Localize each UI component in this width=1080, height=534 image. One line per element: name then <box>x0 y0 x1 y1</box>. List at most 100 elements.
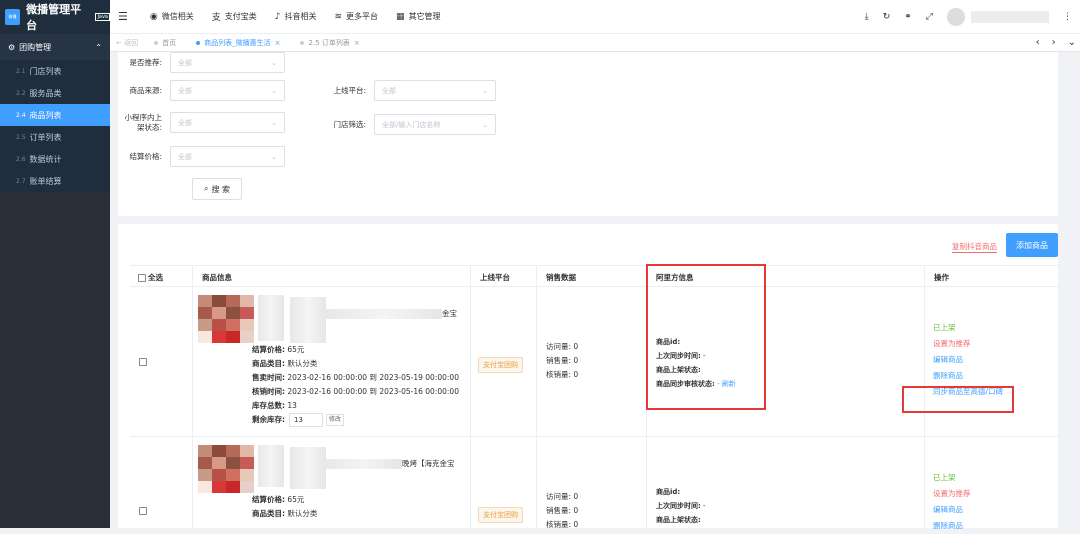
kv-key: 结算价格: <box>252 495 285 504</box>
delete-product-link[interactable]: 删除商品 <box>933 368 1003 384</box>
scroll-right-icon[interactable]: › <box>1052 37 1056 48</box>
topnav-label: 支付宝类 <box>224 12 257 21</box>
select-all-checkbox[interactable] <box>138 273 146 282</box>
source-select[interactable]: 全部 ⌄ <box>170 80 285 101</box>
refresh-icon[interactable]: ↻ <box>883 12 891 22</box>
filter-platform: 上线平台: 全部 ⌄ <box>322 80 496 101</box>
select-value: 全部 <box>178 152 192 161</box>
tab-dot <box>300 40 305 45</box>
col-divider <box>536 287 537 436</box>
sidebar-group-tuangou[interactable]: ⚙ 团购管理 ⌃ <box>0 34 110 60</box>
chevron-up-icon: ⌃ <box>95 42 102 52</box>
add-product-button[interactable]: 添加商品 <box>1006 233 1058 257</box>
edit-product-link[interactable]: 编辑商品 <box>933 352 1003 368</box>
blurred-title <box>258 445 284 487</box>
link-icon[interactable]: ⚭ <box>904 12 912 22</box>
sidebar-item-orders[interactable]: 2.5 订单列表 <box>0 126 110 148</box>
modify-stock-button[interactable]: 修改 <box>326 414 344 426</box>
header-ops: 操作 <box>934 273 949 282</box>
kv-key: 售卖时间: <box>252 373 285 382</box>
filter-label-line: 小程序内上 <box>124 112 163 122</box>
sidebar-item-num: 2.7 <box>16 177 26 185</box>
avatar[interactable] <box>947 8 965 26</box>
col-divider <box>924 437 925 528</box>
tab-order-list[interactable]: 2.5 订单列表 × <box>290 34 369 52</box>
scroll-left-icon[interactable]: ‹ <box>1036 37 1040 48</box>
col-divider <box>924 287 925 436</box>
edit-product-link[interactable]: 编辑商品 <box>933 502 971 518</box>
kv-value: 2023-02-16 00:00:00 到 2023-05-19 00:00:0… <box>287 373 459 382</box>
chevron-down-icon: ⌄ <box>271 152 277 161</box>
close-icon[interactable]: × <box>354 39 360 47</box>
table-header: 全选 商品信息 上线平台 销售数据 阿里方信息 操作 <box>130 265 1058 287</box>
tab-dot <box>196 40 201 45</box>
kv-key: 核销量: <box>546 370 572 379</box>
store-select[interactable]: 全部/输入门店名称 ⌄ <box>374 114 496 135</box>
sidebar-item-stats[interactable]: 2.6 数据统计 <box>0 148 110 170</box>
select-value: 全部 <box>178 118 192 127</box>
fullscreen-icon[interactable]: ⤢ <box>926 12 933 22</box>
chevron-down-icon: ⌄ <box>482 86 488 95</box>
chevron-down-icon: ⌄ <box>271 86 277 95</box>
filter-price: 结算价格: 全部 ⌄ <box>118 146 285 167</box>
delete-product-link[interactable]: 删除商品 <box>933 518 971 534</box>
platform-select[interactable]: 全部 ⌄ <box>374 80 496 101</box>
product-thumbnail[interactable] <box>198 295 254 343</box>
app-logo[interactable]: 微播 微播管理平台 Java <box>0 0 110 34</box>
row-checkbox[interactable] <box>139 507 147 515</box>
search-icon: ⌕ <box>203 184 209 193</box>
back-button[interactable]: ← 返回 <box>110 38 144 48</box>
kv-value: 65元 <box>287 495 305 504</box>
filter-label: 结算价格: <box>129 151 162 161</box>
row-actions: 已上架 设置为推荐 编辑商品 删除商品 <box>933 470 971 534</box>
copy-douyin-link[interactable]: 复制抖音商品 <box>952 241 997 253</box>
sales-data: 访问量: 0 销售量: 0 核销量: 0 <box>546 490 578 532</box>
product-thumbnail[interactable] <box>198 445 254 493</box>
product-kv: 结算价格: 65元 商品类目: 默认分类 <box>252 493 317 521</box>
tab-dot <box>154 40 159 45</box>
kv-key: 结算价格: <box>252 345 285 354</box>
set-recommend-link[interactable]: 设置为推荐 <box>933 486 971 502</box>
chevron-down-icon: ⌄ <box>271 118 277 127</box>
hamburger-icon[interactable]: ☰ <box>118 10 128 23</box>
chevron-down-icon[interactable]: ⌄ <box>1068 37 1076 48</box>
col-divider <box>924 266 925 286</box>
sidebar-item-categories[interactable]: 2.2 服务品类 <box>0 82 110 104</box>
select-all[interactable]: 全选 <box>138 272 163 283</box>
download-icon[interactable]: ⤓ <box>865 12 869 22</box>
tags-view: ← 返回 首页 商品列表_微播惠生活 × 2.5 订单列表 × ‹ › ⌄ <box>110 34 1080 52</box>
kv-value: 0 <box>573 492 579 501</box>
app-title: 微播管理平台 <box>26 3 82 32</box>
filter-panel: 是否推荐: 全部 ⌄ 商品来源: 全部 ⌄ 上线平台: 全部 ⌄ 小程序内上 架状态: … <box>118 52 1058 216</box>
kv-key: 剩余库存: <box>252 415 285 424</box>
select-value: 全部 <box>178 86 192 95</box>
sidebar-item-stores[interactable]: 2.1 门店列表 <box>0 60 110 82</box>
search-button[interactable]: ⌕ 搜 索 <box>192 178 242 200</box>
header-sales: 销售数据 <box>546 273 576 282</box>
topnav-wechat[interactable]: ◉ 微信相关 <box>150 11 194 22</box>
topnav-more[interactable]: ≋ 更多平台 <box>335 11 379 22</box>
stock-input[interactable]: 13 <box>289 413 323 427</box>
kv-value: 13 <box>287 401 297 410</box>
kv-key: 商品类目: <box>252 509 285 518</box>
status-online: 已上架 <box>933 323 956 332</box>
platform-tag: 支付宝团购 <box>478 357 523 373</box>
recommend-select[interactable]: 全部 ⌄ <box>170 52 285 73</box>
topnav-douyin[interactable]: ♪ 抖音相关 <box>275 11 317 22</box>
row-checkbox[interactable] <box>139 358 147 366</box>
price-select[interactable]: 全部 ⌄ <box>170 146 285 167</box>
set-recommend-link[interactable]: 设置为推荐 <box>933 336 1003 352</box>
sidebar-item-label: 账单结算 <box>29 176 62 186</box>
sidebar-item-products[interactable]: 2.4 商品列表 <box>0 104 110 126</box>
alipay-icon: 支 <box>211 13 221 23</box>
sidebar-item-billing[interactable]: 2.7 账单结算 <box>0 170 110 192</box>
col-divider <box>192 266 193 286</box>
tab-product-list[interactable]: 商品列表_微播惠生活 × <box>186 34 290 52</box>
tab-home[interactable]: 首页 <box>144 34 186 52</box>
kv-value: 默认分类 <box>287 359 318 368</box>
topnav-alipay[interactable]: 支支付宝类 <box>212 10 257 23</box>
topnav-other[interactable]: ▦ 其它管理 <box>396 11 441 22</box>
more-vertical-icon[interactable]: ⋮ <box>1063 12 1072 22</box>
mini-status-select[interactable]: 全部 ⌄ <box>170 112 285 133</box>
close-icon[interactable]: × <box>275 39 281 47</box>
